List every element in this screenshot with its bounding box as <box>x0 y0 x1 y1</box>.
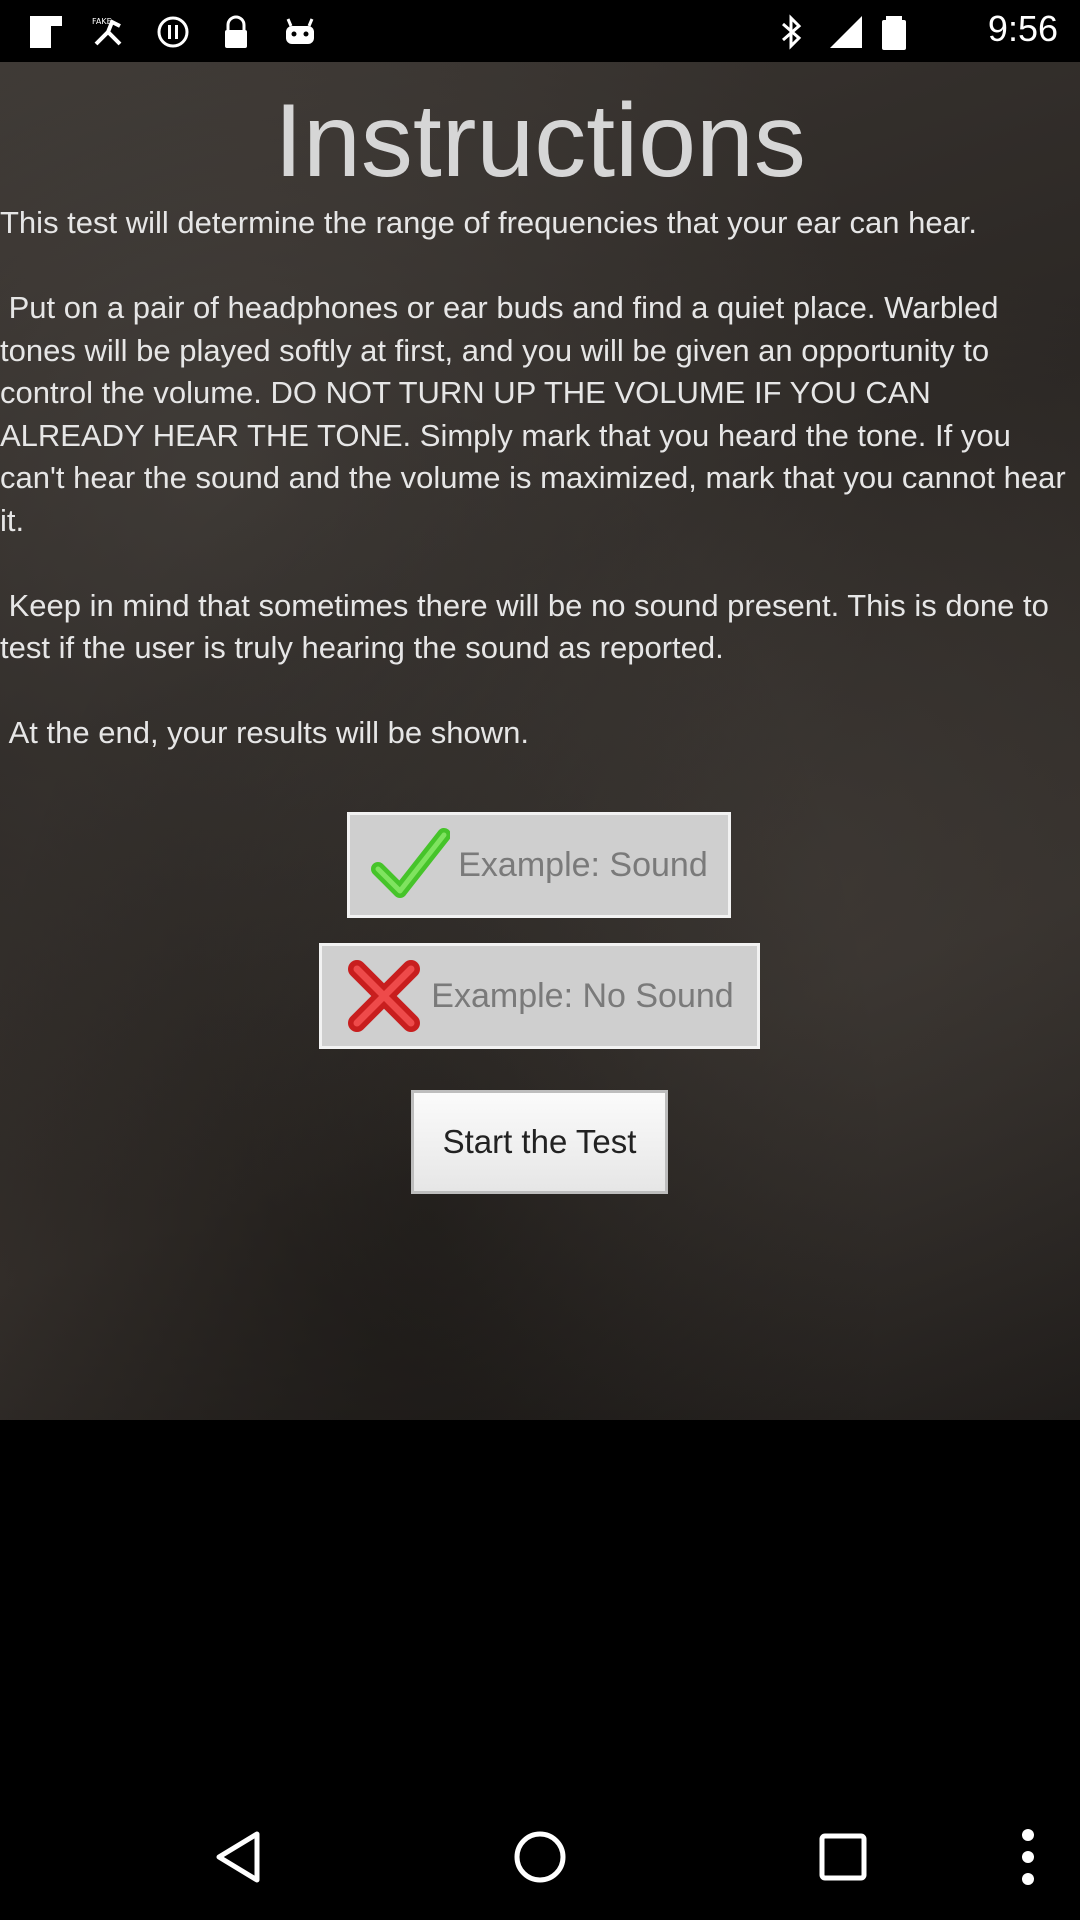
bluetooth-icon <box>782 14 802 50</box>
checkmark-icon <box>371 828 451 898</box>
example-sound-button[interactable]: Example: Sound <box>347 812 731 918</box>
example-no-sound-label: Example: No Sound <box>431 976 734 1015</box>
instructions-text: This test will determine the range of fr… <box>0 202 1080 755</box>
flipboard-icon <box>30 16 62 48</box>
status-bar: FAKE 9:56 <box>0 0 1080 62</box>
example-sound-label: Example: Sound <box>458 845 708 884</box>
lock-icon <box>225 15 247 48</box>
example-no-sound-button[interactable]: Example: No Sound <box>319 943 760 1049</box>
back-icon[interactable] <box>205 1822 275 1892</box>
instructions-screen: Instructions This test will determine th… <box>0 62 1080 1420</box>
fake-gps-icon: FAKE <box>92 17 122 46</box>
record-icon <box>157 16 189 48</box>
instruction-paragraph-1: This test will determine the range of fr… <box>0 205 978 240</box>
instruction-paragraph-2: Put on a pair of headphones or ear buds … <box>0 290 1075 538</box>
cross-icon <box>348 960 421 1032</box>
clock-time: 9:56 <box>987 8 1058 49</box>
instruction-paragraph-3: Keep in mind that sometimes there will b… <box>0 587 1058 666</box>
start-test-label: Start the Test <box>442 1123 637 1160</box>
instruction-paragraph-4: At the end, your results will be shown. <box>0 715 529 750</box>
svg-text:FAKE: FAKE <box>92 17 112 26</box>
signal-icon <box>830 16 862 48</box>
more-options-icon[interactable] <box>993 1822 1063 1892</box>
android-icon <box>286 18 314 44</box>
battery-icon <box>882 16 906 50</box>
recents-icon[interactable] <box>808 1822 878 1892</box>
navigation-bar <box>0 1792 1080 1920</box>
start-test-button[interactable]: Start the Test <box>411 1090 668 1194</box>
page-title: Instructions <box>274 83 806 199</box>
home-icon[interactable] <box>505 1822 575 1892</box>
